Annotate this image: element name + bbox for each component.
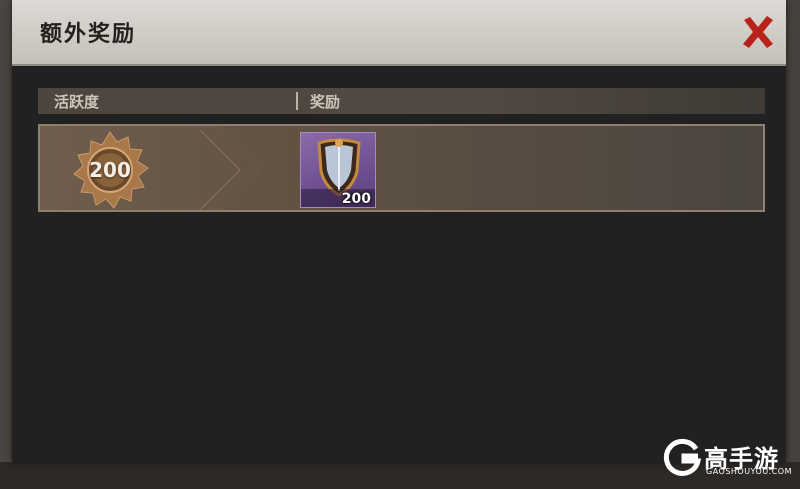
background-left <box>0 0 12 489</box>
gaoshouyou-watermark: 高手游 GAOSHOUYOU.COM <box>662 437 792 481</box>
reward-item-slot[interactable]: 200 <box>300 132 376 208</box>
column-header-activity: 活跃度 <box>54 93 100 111</box>
table-header: 活跃度 奖励 <box>38 88 765 114</box>
activity-value: 200 <box>89 158 131 182</box>
gaoshouyou-logo-icon <box>663 438 702 476</box>
dialog-title: 额外奖励 <box>40 22 137 47</box>
background-right <box>786 0 800 489</box>
reward-quantity: 200 <box>341 191 371 207</box>
shield-icon <box>317 138 361 197</box>
chevron-decoration <box>199 129 261 211</box>
column-header-reward: 奖励 <box>310 93 341 111</box>
watermark-url: GAOSHOUYOU.COM <box>706 467 793 476</box>
close-x-icon <box>743 16 773 48</box>
column-divider <box>296 92 298 110</box>
dialog-header: 额外奖励 <box>12 0 786 66</box>
close-button[interactable] <box>738 12 778 52</box>
extra-reward-dialog: 额外奖励 活跃度 奖励 200 200 <box>12 0 786 462</box>
table-row: 200 200 <box>38 124 765 212</box>
